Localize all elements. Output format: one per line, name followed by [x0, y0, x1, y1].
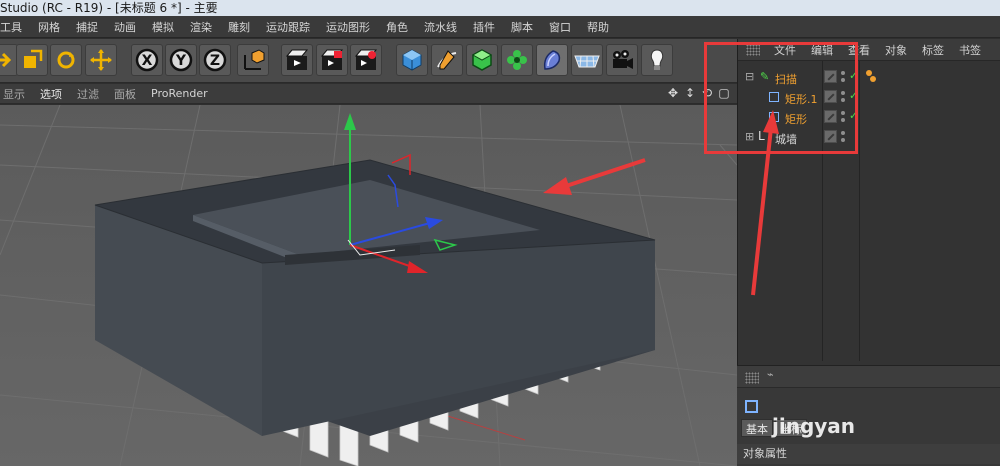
light-icon[interactable] — [641, 44, 673, 76]
menu-mograph[interactable]: 运动图形 — [326, 19, 370, 35]
menu-snap[interactable]: 捕捉 — [76, 19, 98, 35]
x-axis-icon[interactable]: X — [131, 44, 163, 76]
panel-grip-icon[interactable] — [745, 372, 759, 384]
pen-spline-icon[interactable] — [431, 44, 463, 76]
scale-icon[interactable] — [16, 44, 48, 76]
rectangle-spline-icon — [745, 400, 758, 413]
x-axis-label: X — [142, 53, 153, 69]
mode-icon[interactable]: ⌁ — [767, 368, 774, 381]
menu-render[interactable]: 渲染 — [190, 19, 212, 35]
rotate-icon[interactable] — [50, 44, 82, 76]
om-tab-objects[interactable]: 对象 — [885, 42, 907, 58]
attr-tab-basic[interactable]: 基本 — [741, 419, 773, 437]
menu-motion-tracking[interactable]: 运动跟踪 — [266, 19, 310, 35]
viewport-menu: 显示 选项 过滤 面板 ProRender ✥ ↕ ⟲ ▢ — [0, 84, 737, 104]
viewport-menu-prorender[interactable]: ProRender — [151, 87, 208, 100]
z-axis-label: Z — [210, 53, 220, 69]
viewport-menu-panel[interactable]: 面板 — [114, 86, 136, 102]
pan-icon[interactable]: ✥ — [666, 86, 680, 100]
subdivision-icon[interactable] — [466, 44, 498, 76]
red-arrow-annotation-up — [751, 110, 779, 296]
camera-icon[interactable] — [606, 44, 638, 76]
y-axis-label: Y — [175, 53, 187, 69]
y-axis-icon[interactable]: Y — [165, 44, 197, 76]
menu-help[interactable]: 帮助 — [587, 19, 609, 35]
menu-sculpt[interactable]: 雕刻 — [228, 19, 250, 35]
floor-icon[interactable] — [571, 44, 603, 76]
menu-character[interactable]: 角色 — [386, 19, 408, 35]
menu-tools[interactable]: 工具 — [0, 19, 22, 35]
coordinate-system-icon[interactable] — [237, 44, 269, 76]
cube-icon[interactable] — [396, 44, 428, 76]
cloner-icon[interactable] — [501, 44, 533, 76]
om-tab-bookmarks[interactable]: 书签 — [959, 42, 981, 58]
menu-plugins[interactable]: 插件 — [473, 19, 495, 35]
menu-mesh[interactable]: 网格 — [38, 19, 60, 35]
menu-pipeline[interactable]: 流水线 — [424, 19, 457, 35]
menu-window[interactable]: 窗口 — [549, 19, 571, 35]
render-picture-viewer-icon[interactable] — [316, 44, 348, 76]
dolly-icon[interactable]: ↕ — [683, 86, 697, 100]
3d-viewport[interactable] — [0, 105, 737, 466]
viewport-scene — [0, 105, 737, 466]
z-axis-icon[interactable]: Z — [199, 44, 231, 76]
menu-script[interactable]: 脚本 — [511, 19, 533, 35]
watermark: jingyan — [772, 414, 856, 438]
main-toolbar: X Y Z — [0, 39, 737, 83]
window-title: Studio (RC - R19) - [未标题 6 *] - 主要 — [0, 0, 1000, 16]
om-tab-tags[interactable]: 标签 — [922, 42, 944, 58]
menu-simulate[interactable]: 模拟 — [152, 19, 174, 35]
object-properties-label: 对象属性 — [737, 444, 1000, 464]
move-icon[interactable] — [85, 44, 117, 76]
menu-animate[interactable]: 动画 — [114, 19, 136, 35]
render-view-icon[interactable] — [281, 44, 313, 76]
tag-icon[interactable] — [866, 70, 872, 76]
viewport-menu-display[interactable]: 显示 — [3, 86, 25, 102]
tag-icon[interactable] — [870, 76, 876, 82]
attribute-manager-header: ⌁ — [737, 366, 1000, 388]
viewport-menu-options[interactable]: 选项 — [40, 86, 62, 102]
menu-bar: 工具 网格 捕捉 动画 模拟 渲染 雕刻 运动跟踪 运动图形 角色 流水线 插件… — [0, 16, 1000, 38]
viewport-menu-filter[interactable]: 过滤 — [77, 86, 99, 102]
deformer-icon[interactable] — [536, 44, 568, 76]
render-settings-icon[interactable] — [350, 44, 382, 76]
